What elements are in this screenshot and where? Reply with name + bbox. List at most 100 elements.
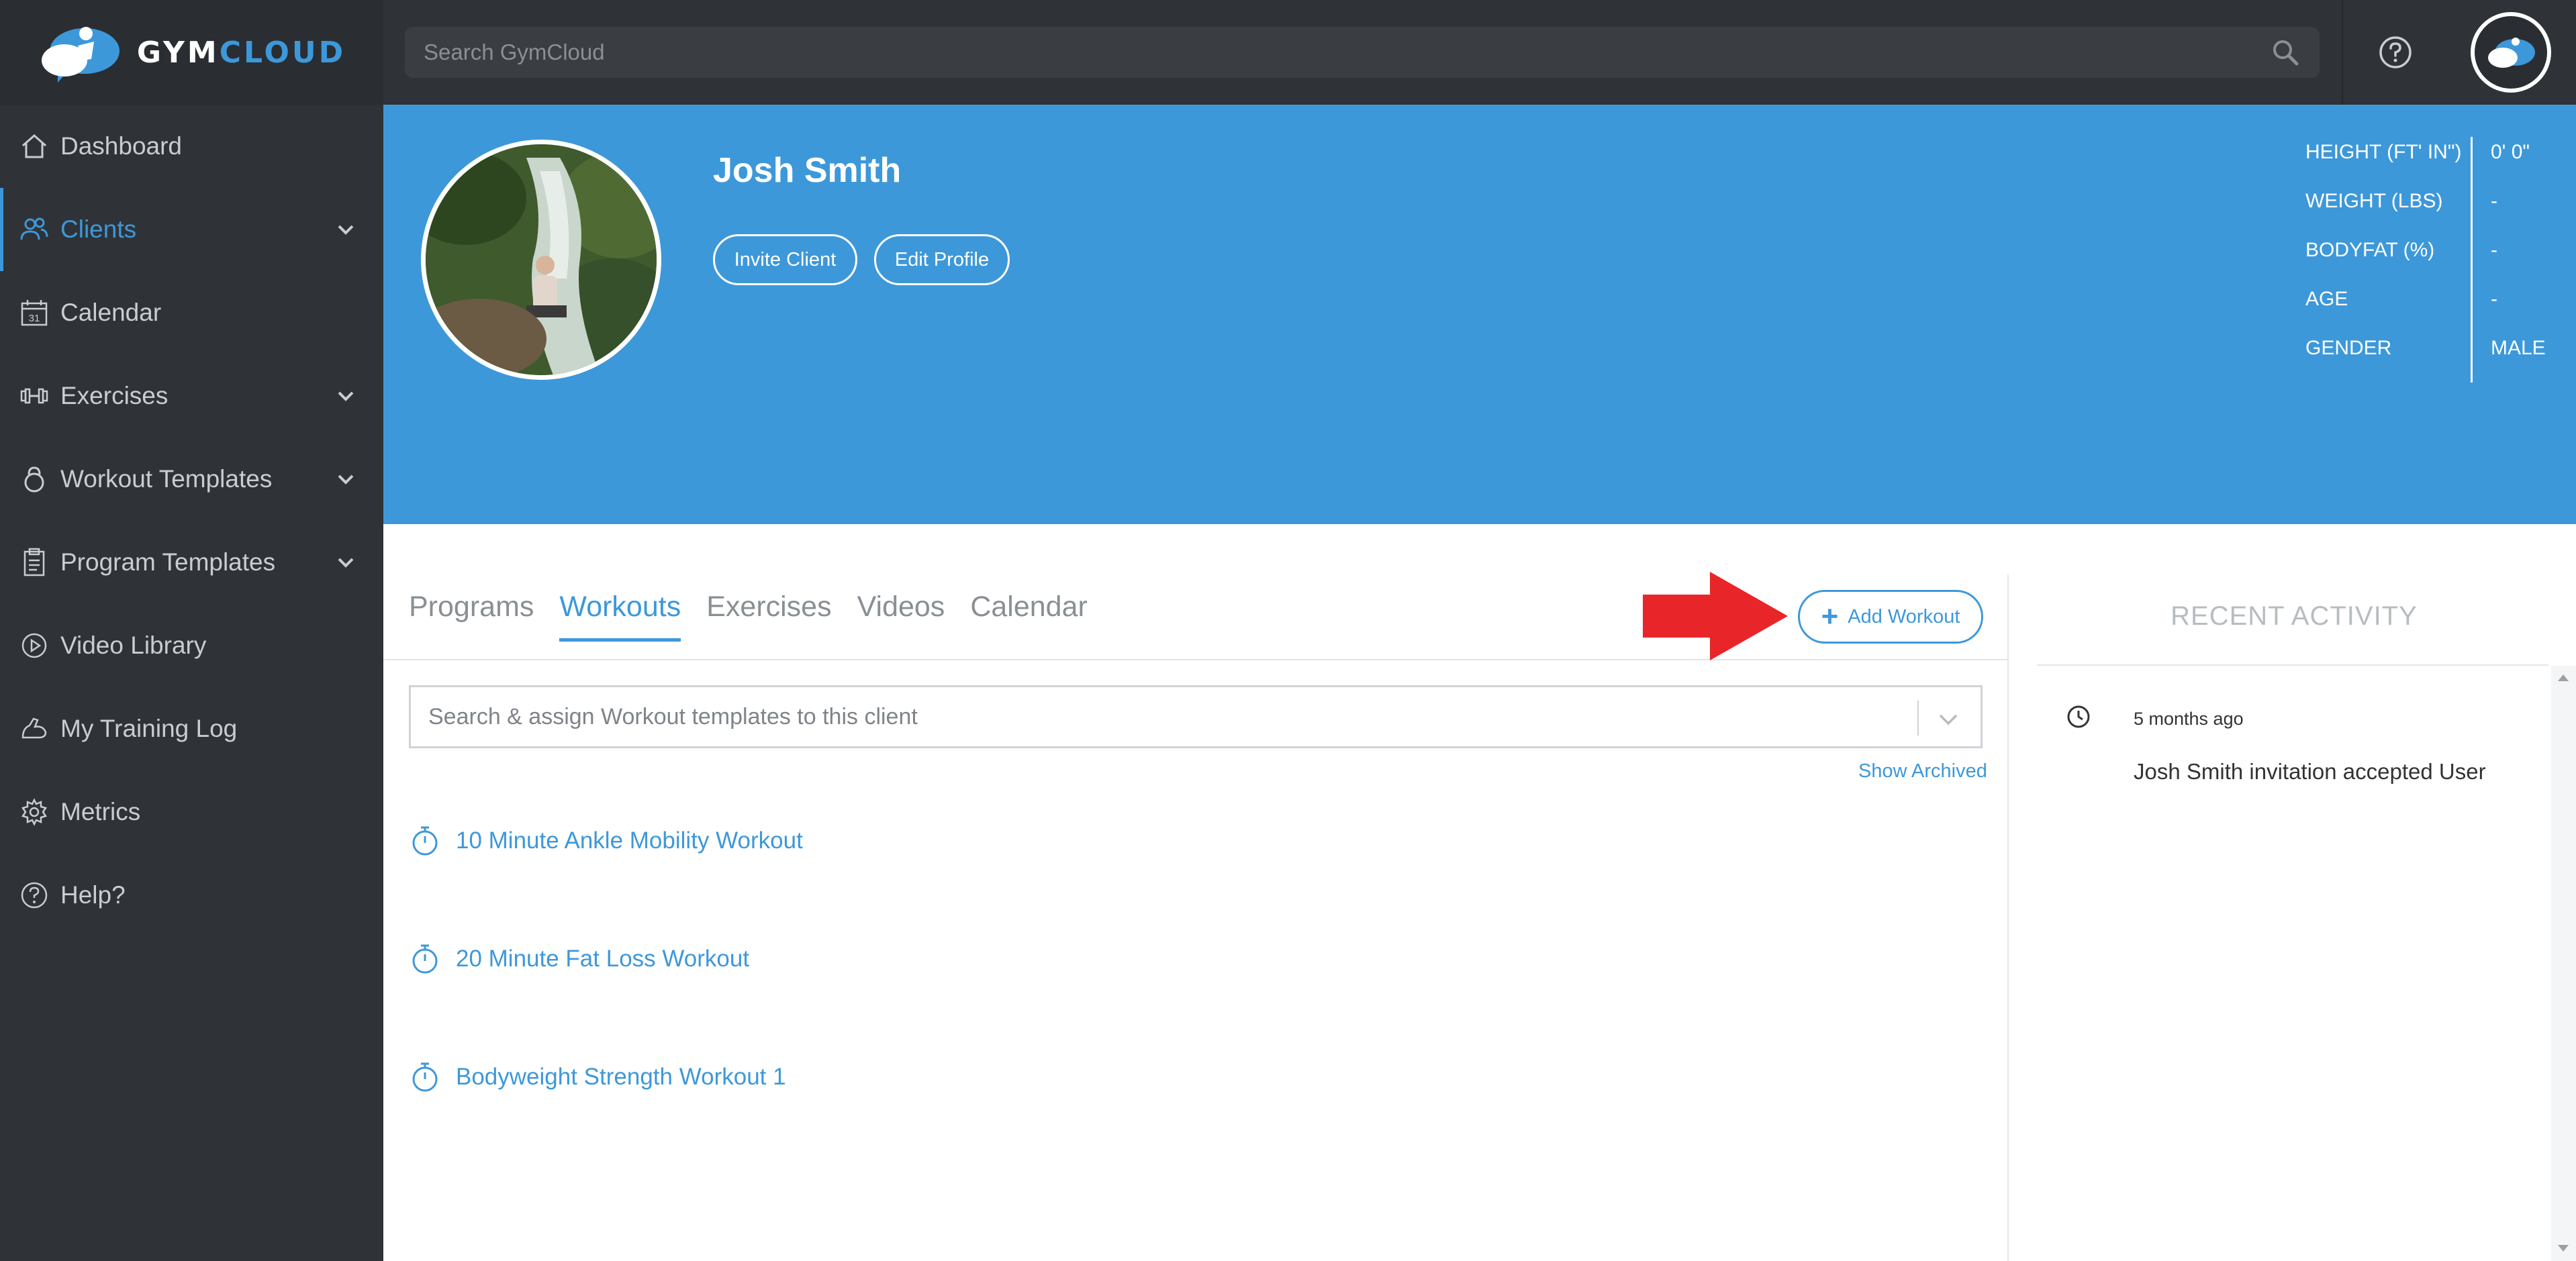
top-bar: GYMCLOUD bbox=[0, 0, 2576, 105]
stat-row-gender: GENDER MALE bbox=[2305, 337, 2574, 386]
help-circle-icon bbox=[21, 882, 48, 909]
brand-cloud: CLOUD bbox=[219, 35, 346, 70]
search-icon[interactable] bbox=[2270, 37, 2301, 68]
recent-activity-title: RECENT ACTIVITY bbox=[2170, 601, 2418, 631]
stopwatch-icon bbox=[412, 1062, 438, 1092]
chevron-down-icon[interactable] bbox=[335, 468, 356, 490]
workout-name[interactable]: 20 Minute Fat Loss Workout bbox=[456, 946, 749, 972]
profile-name: Josh Smith bbox=[713, 151, 902, 190]
tab-exercises[interactable]: Exercises bbox=[706, 591, 831, 642]
sidebar-item-help[interactable]: Help? bbox=[0, 854, 383, 937]
workout-list-item[interactable]: 10 Minute Ankle Mobility Workout bbox=[409, 825, 803, 857]
sidebar-item-metrics[interactable]: Metrics bbox=[0, 770, 383, 854]
chevron-down-icon[interactable] bbox=[335, 552, 356, 573]
sidebar-item-label: My Training Log bbox=[60, 715, 238, 742]
brand-name: GYMCLOUD bbox=[137, 36, 346, 70]
edit-profile-button[interactable]: Edit Profile bbox=[874, 234, 1010, 285]
profile-photo-image bbox=[426, 144, 657, 375]
sidebar-item-my-training-log[interactable]: My Training Log bbox=[0, 687, 383, 770]
content-divider bbox=[2007, 574, 2009, 1261]
workout-list-item[interactable]: Bodyweight Strength Workout 1 bbox=[409, 1061, 786, 1093]
sidebar-item-dashboard[interactable]: Dashboard bbox=[0, 105, 383, 188]
sidebar-item-label: Workout Templates bbox=[60, 465, 273, 493]
sidebar-item-calendar[interactable]: 31 Calendar bbox=[0, 271, 383, 354]
activity-text: Josh Smith invitation accepted User bbox=[2134, 759, 2486, 784]
assign-workout-select[interactable]: Search & assign Workout templates to thi… bbox=[409, 685, 1983, 748]
help-icon[interactable] bbox=[2377, 34, 2414, 71]
home-icon bbox=[22, 134, 46, 158]
sidebar-item-label: Program Templates bbox=[60, 548, 276, 576]
stat-value: - bbox=[2491, 190, 2497, 212]
logo[interactable]: GYMCLOUD bbox=[0, 0, 383, 105]
invite-client-button[interactable]: Invite Client bbox=[713, 234, 857, 285]
stat-label: GENDER bbox=[2305, 337, 2392, 359]
gear-icon bbox=[21, 798, 47, 826]
red-arrow-icon bbox=[1643, 572, 1788, 660]
sidebar-item-label: Dashboard bbox=[60, 132, 183, 160]
stat-value: - bbox=[2491, 288, 2497, 310]
profile-photo[interactable] bbox=[421, 140, 661, 380]
chevron-down-icon[interactable] bbox=[335, 219, 356, 240]
kettlebell-icon bbox=[24, 466, 44, 493]
tab-calendar[interactable]: Calendar bbox=[970, 591, 1088, 642]
clock-icon bbox=[2067, 705, 2090, 728]
stat-value: MALE bbox=[2491, 337, 2546, 359]
client-tabs: Programs Workouts Exercises Videos Calen… bbox=[409, 591, 1088, 642]
stat-row-age: AGE - bbox=[2305, 288, 2574, 337]
add-workout-button[interactable]: + Add Workout bbox=[1798, 590, 1983, 644]
top-divider bbox=[2342, 0, 2343, 105]
stopwatch-icon bbox=[412, 944, 438, 974]
stat-label: AGE bbox=[2305, 288, 2348, 310]
stat-divider bbox=[2471, 137, 2473, 383]
sidebar-item-clients[interactable]: Clients bbox=[0, 188, 383, 271]
sidebar-item-label: Help? bbox=[60, 881, 126, 909]
sidebar-item-label: Calendar bbox=[60, 299, 162, 326]
stopwatch-icon bbox=[412, 826, 438, 856]
calendar-icon: 31 bbox=[21, 300, 48, 326]
activity-scrollbar[interactable] bbox=[2551, 666, 2576, 1261]
chevron-down-icon[interactable] bbox=[1936, 707, 1960, 732]
clipboard-icon bbox=[23, 548, 45, 576]
assign-workout-placeholder: Search & assign Workout templates to thi… bbox=[428, 703, 918, 729]
tab-programs[interactable]: Programs bbox=[409, 591, 534, 642]
tab-workouts[interactable]: Workouts bbox=[559, 591, 681, 642]
workout-list-item[interactable]: 20 Minute Fat Loss Workout bbox=[409, 943, 749, 975]
sidebar-item-label: Exercises bbox=[60, 382, 169, 409]
user-avatar-logo-icon bbox=[2488, 38, 2535, 68]
chevron-down-icon[interactable] bbox=[335, 385, 356, 407]
tab-videos[interactable]: Videos bbox=[857, 591, 945, 642]
calendar-day-number: 31 bbox=[29, 313, 40, 324]
sidebar-item-label: Video Library bbox=[60, 632, 207, 659]
stat-row-weight: WEIGHT (LBS) - bbox=[2305, 190, 2574, 239]
global-search-input[interactable] bbox=[424, 40, 2270, 65]
play-circle-icon bbox=[21, 633, 47, 658]
sidebar-item-label: Metrics bbox=[60, 798, 141, 825]
sidebar-item-video-library[interactable]: Video Library bbox=[0, 604, 383, 687]
stat-row-height: HEIGHT (FT' IN") 0' 0" bbox=[2305, 141, 2574, 190]
stat-label: WEIGHT (LBS) bbox=[2305, 190, 2443, 212]
sidebar-item-workout-templates[interactable]: Workout Templates bbox=[0, 438, 383, 521]
activity-time: 5 months ago bbox=[2134, 709, 2244, 729]
dumbbell-icon bbox=[20, 388, 48, 404]
cloud-logo-icon bbox=[41, 27, 120, 83]
stat-value: 0' 0" bbox=[2491, 141, 2530, 163]
brand-gym: GYM bbox=[136, 35, 220, 70]
scroll-down-icon[interactable] bbox=[2555, 1242, 2571, 1255]
user-avatar[interactable] bbox=[2471, 12, 2551, 93]
scroll-up-icon[interactable] bbox=[2555, 671, 2571, 685]
sidebar: Dashboard Clients 31 Calendar Exercises … bbox=[0, 105, 383, 1261]
plus-icon: + bbox=[1821, 600, 1839, 633]
stat-value: - bbox=[2491, 239, 2497, 261]
workout-name[interactable]: 10 Minute Ankle Mobility Workout bbox=[456, 827, 803, 854]
sidebar-item-label: Clients bbox=[60, 215, 137, 243]
stat-label: HEIGHT (FT' IN") bbox=[2305, 141, 2462, 163]
flex-arm-icon bbox=[21, 717, 47, 739]
global-search[interactable] bbox=[405, 27, 2320, 78]
users-icon bbox=[20, 217, 48, 240]
show-archived-link[interactable]: Show Archived bbox=[1858, 760, 1987, 783]
stat-label: BODYFAT (%) bbox=[2305, 239, 2435, 261]
workout-name[interactable]: Bodyweight Strength Workout 1 bbox=[456, 1064, 786, 1091]
sidebar-item-exercises[interactable]: Exercises bbox=[0, 354, 383, 438]
recent-activity-divider bbox=[2037, 664, 2548, 666]
sidebar-item-program-templates[interactable]: Program Templates bbox=[0, 521, 383, 604]
